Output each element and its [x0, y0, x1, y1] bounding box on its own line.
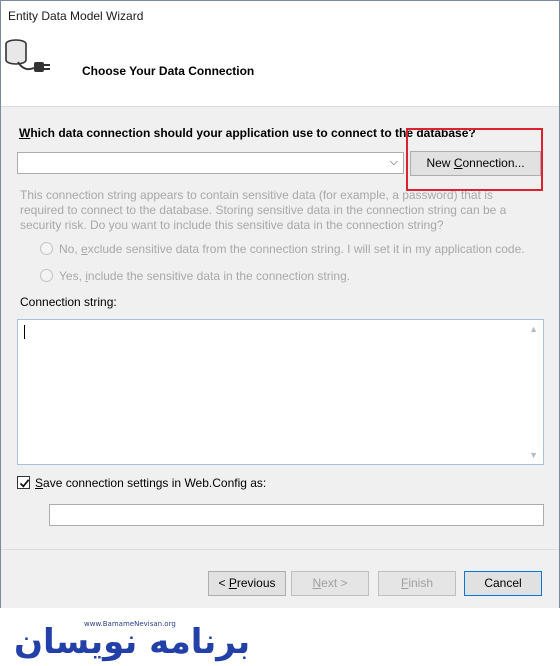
highlight-annotation [406, 128, 543, 191]
chevron-down-icon: ⌵ [389, 156, 398, 168]
connection-string-textarea[interactable]: ▲ ▼ [17, 319, 544, 465]
data-connection-dropdown[interactable]: ⌵ [17, 152, 404, 174]
watermark-text: برنامه نویسان [14, 622, 251, 662]
web-config-name-input[interactable] [49, 504, 544, 526]
save-settings-checkbox-row[interactable]: Save connection settings in Web.Config a… [17, 476, 266, 490]
watermark-logo: برنامه نویسان www.BamameNevisan.org [14, 614, 364, 666]
finish-button[interactable]: Finish [378, 571, 456, 596]
watermark-url: www.BamameNevisan.org [84, 620, 176, 628]
database-plug-icon [5, 39, 50, 72]
save-settings-checkbox[interactable] [17, 476, 30, 489]
page-heading: Choose Your Data Connection [82, 64, 255, 78]
radio-button[interactable] [40, 269, 53, 282]
wizard-header: Choose Your Data Connection [1, 31, 559, 107]
previous-button[interactable]: < Previous [208, 571, 286, 596]
sensitive-data-info: This connection string appears to contai… [20, 188, 507, 232]
title-bar: Entity Data Model Wizard [1, 1, 559, 31]
connection-string-label: Connection string: [20, 295, 117, 309]
wizard-footer: < Previous Next > Finish Cancel [1, 549, 559, 608]
radio-exclude-sensitive[interactable]: No, exclude sensitive data from the conn… [40, 242, 525, 256]
window-title: Entity Data Model Wizard [8, 9, 144, 23]
radio-button[interactable] [40, 242, 53, 255]
accelerator-key: W [19, 126, 31, 140]
scroll-down-icon[interactable]: ▼ [529, 450, 538, 460]
cancel-button[interactable]: Cancel [464, 571, 542, 596]
next-button[interactable]: Next > [291, 571, 369, 596]
checkmark-icon [19, 479, 30, 488]
radio-include-sensitive[interactable]: Yes, include the sensitive data in the c… [40, 269, 350, 283]
wizard-window: Entity Data Model Wizard Choose Your Dat… [0, 0, 560, 608]
scroll-up-icon[interactable]: ▲ [529, 324, 538, 334]
text-caret [24, 325, 25, 339]
